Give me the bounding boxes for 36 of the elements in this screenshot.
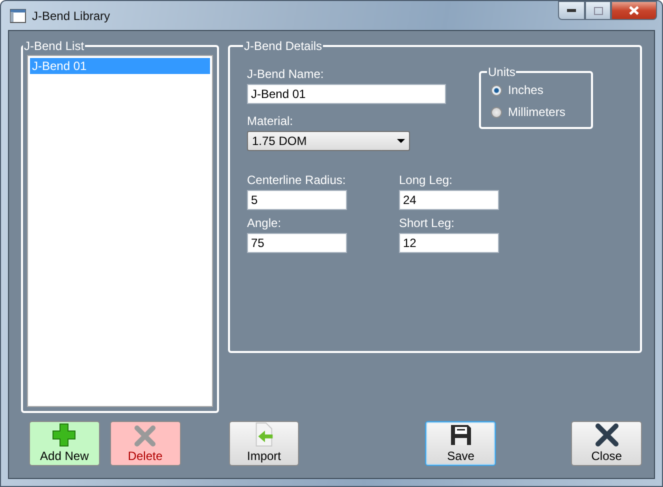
plus-icon — [52, 423, 76, 447]
close-icon — [629, 6, 639, 15]
field-label: Short Leg: — [399, 216, 456, 230]
material-dropdown[interactable]: 1.75 DOM — [247, 131, 410, 151]
radio-label: Millimeters — [508, 105, 566, 119]
input-field[interactable]: 12 — [399, 233, 499, 253]
close-icon — [594, 423, 619, 447]
group-title: J-Bend Details — [243, 39, 324, 53]
window-icon — [10, 8, 26, 22]
toolbar-button[interactable]: Save — [425, 421, 496, 466]
input-field[interactable]: 24 — [399, 190, 499, 210]
maximize-icon — [594, 6, 602, 14]
caret-icon — [397, 139, 405, 143]
input-field[interactable]: 75 — [247, 233, 347, 253]
group-title: Units — [487, 65, 516, 79]
minimize-icon — [567, 9, 576, 12]
radio-label: Inches — [508, 83, 544, 97]
field-label: Material: — [247, 114, 294, 128]
input-field[interactable]: 5 — [247, 190, 347, 210]
field-label: Angle: — [247, 216, 282, 230]
cross-icon — [134, 425, 156, 447]
toolbar-button[interactable]: Close — [571, 421, 642, 466]
toolbar-button[interactable]: Import — [228, 421, 300, 466]
group-title: J-Bend List — [23, 39, 86, 53]
close-button[interactable] — [611, 1, 657, 20]
field-label: Centerline Radius: — [247, 173, 347, 187]
field-label: Long Leg: — [399, 173, 454, 187]
name-field[interactable]: J-Bend 01 — [247, 84, 446, 104]
maximize-button[interactable] — [585, 1, 611, 20]
toolbar-button[interactable]: Delete — [110, 421, 181, 466]
minimize-button[interactable] — [558, 1, 585, 20]
field-label: J-Bend Name: — [247, 67, 325, 81]
toolbar-button[interactable]: Add New — [29, 421, 100, 466]
radio-option[interactable]: Inches — [491, 83, 581, 97]
radio-option[interactable]: Millimeters — [491, 105, 581, 119]
window-title: J-Bend Library — [32, 8, 112, 22]
